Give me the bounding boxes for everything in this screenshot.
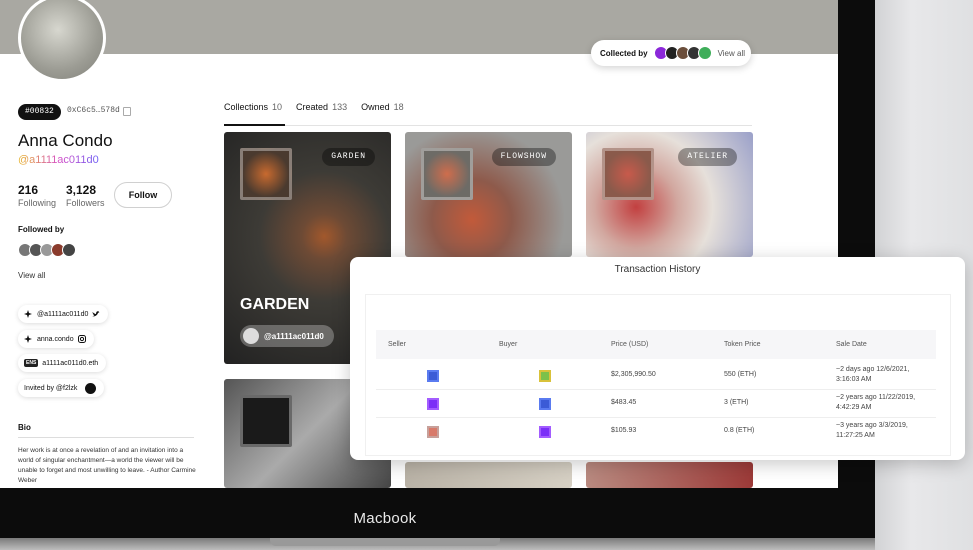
tab-created[interactable]: Created 133 (296, 102, 347, 112)
owner-handle: @a1111ac011d0 (264, 331, 324, 341)
transaction-history-panel: Transaction History Seller Buyer Price (… (350, 257, 965, 460)
column-header-sale-date: Sale Date (836, 341, 867, 348)
tab-collections-count: 10 (272, 102, 283, 112)
followed-by-heading: Followed by (18, 225, 65, 234)
collection-tag: GARDEN (322, 148, 375, 166)
profile-avatar[interactable] (18, 0, 106, 82)
table-header: Seller Buyer Price (USD) Token Price Sal… (376, 330, 936, 359)
profile-name: Anna Condo (18, 131, 113, 150)
owner-avatar (243, 328, 259, 344)
price-usd: $483.45 (611, 399, 637, 406)
collection-card[interactable] (586, 462, 753, 488)
column-header-token-price: Token Price (724, 341, 761, 348)
collector-avatar (697, 46, 712, 60)
ens-name: a1111ac011d0.eth (42, 359, 99, 367)
tabs-divider (224, 125, 752, 126)
sale-date: ~3 years ago 3/3/2019, (836, 422, 908, 429)
sale-time: 11:27:25 AM (836, 432, 875, 439)
buyer-avatar (539, 426, 551, 438)
tab-collections-label: Collections (224, 102, 269, 112)
buyer-avatar (539, 370, 551, 382)
invited-by[interactable]: Invited by @f2lzk (18, 379, 105, 397)
sale-date: ~2 days ago 12/6/2021, (836, 366, 910, 373)
tab-owned-count: 18 (393, 102, 404, 112)
bio-text: Her work is at once a revelation of and … (18, 447, 196, 484)
table-row[interactable]: $105.93 0.8 (ETH) ~3 years ago 3/3/2019,… (376, 418, 936, 445)
follower-avatars[interactable] (18, 243, 76, 257)
seller-avatar (427, 426, 439, 438)
following-label: Following (18, 198, 57, 208)
collection-thumbnail (240, 148, 292, 200)
follower-avatar (62, 243, 76, 257)
tab-owned-label: Owned (361, 102, 390, 112)
token-price: 0.8 (ETH) (724, 427, 755, 434)
sale-date: ~2 years ago 11/22/2019, (836, 394, 916, 401)
token-price: 550 (ETH) (724, 371, 757, 378)
ens-badge: ENS (24, 359, 39, 367)
column-header-buyer: Buyer (499, 341, 518, 348)
token-id-badge: #00832 (18, 104, 61, 120)
social-twitter[interactable]: @a1111ac011d0 (18, 305, 109, 323)
collection-title: GARDEN (240, 296, 310, 313)
bio-divider (18, 437, 194, 438)
buyer-avatar (539, 398, 551, 410)
token-price: 3 (ETH) (724, 399, 749, 406)
instagram-handle: anna.condo (37, 335, 74, 343)
collection-tag: ATELIER (678, 148, 737, 166)
transaction-table: Seller Buyer Price (USD) Token Price Sal… (366, 295, 950, 455)
tab-created-label: Created (296, 102, 329, 112)
collector-avatars (653, 46, 712, 60)
collection-card-flowshow[interactable]: FLOWSHOW (405, 132, 572, 257)
sale-time: 4:42:29 AM (836, 404, 872, 411)
followers-count[interactable]: 3,128 (66, 183, 96, 197)
tab-collections[interactable]: Collections 10 (224, 102, 282, 112)
price-usd: $2,305,990.50 (611, 371, 656, 378)
active-tab-indicator (224, 124, 285, 126)
sale-time: 3:16:03 AM (836, 376, 872, 383)
collected-view-all-link[interactable]: View all (718, 49, 745, 58)
collection-owner[interactable]: @a1111ac011d0 (240, 325, 334, 347)
inviter-avatar (85, 382, 97, 394)
column-header-price-usd: Price (USD) (611, 341, 649, 348)
instagram-icon (77, 335, 86, 343)
laptop-notch (270, 538, 500, 546)
twitter-handle: @a1111ac011d0 (37, 310, 89, 318)
wallet-address: 0xC6c5…578d (67, 106, 120, 115)
followers-view-all-link[interactable]: View all (18, 271, 45, 280)
following-count[interactable]: 216 (18, 183, 38, 197)
copy-icon[interactable] (123, 107, 131, 116)
collection-tag: FLOWSHOW (491, 148, 556, 166)
table-row[interactable]: $2,305,990.50 550 (ETH) ~2 days ago 12/6… (376, 362, 936, 389)
social-instagram[interactable]: anna.condo (18, 330, 94, 348)
sparkle-icon (24, 335, 32, 343)
bio-heading: Bio (18, 423, 31, 432)
followers-label: Followers (66, 198, 105, 208)
tab-created-count: 133 (332, 102, 348, 112)
collection-thumbnail (602, 148, 654, 200)
twitter-icon (92, 310, 100, 318)
column-header-seller: Seller (388, 341, 406, 348)
invited-by-text: Invited by @f2lzk (24, 384, 78, 392)
follow-button[interactable]: Follow (114, 182, 172, 208)
collection-thumbnail (240, 395, 292, 447)
price-usd: $105.93 (611, 427, 637, 434)
sparkle-icon (24, 310, 32, 318)
collected-by-label: Collected by (600, 48, 648, 58)
seller-avatar (427, 370, 439, 382)
transaction-history-title: Transaction History (614, 264, 701, 275)
table-row[interactable]: $483.45 3 (ETH) ~2 years ago 11/22/2019,… (376, 390, 936, 417)
social-ens[interactable]: ENS a1111ac011d0.eth (18, 354, 107, 372)
collection-card-atelier[interactable]: ATELIER (586, 132, 753, 257)
collection-thumbnail (421, 148, 473, 200)
collected-by-pill[interactable]: Collected by View all (591, 40, 751, 66)
collection-card[interactable] (405, 462, 572, 488)
seller-avatar (427, 398, 439, 410)
tab-owned[interactable]: Owned 18 (361, 102, 404, 112)
profile-tabs: Collections 10 Created 133 Owned 18 (224, 102, 418, 112)
profile-handle: @a1111ac011d0 (18, 154, 99, 166)
device-label: Macbook (353, 510, 417, 527)
